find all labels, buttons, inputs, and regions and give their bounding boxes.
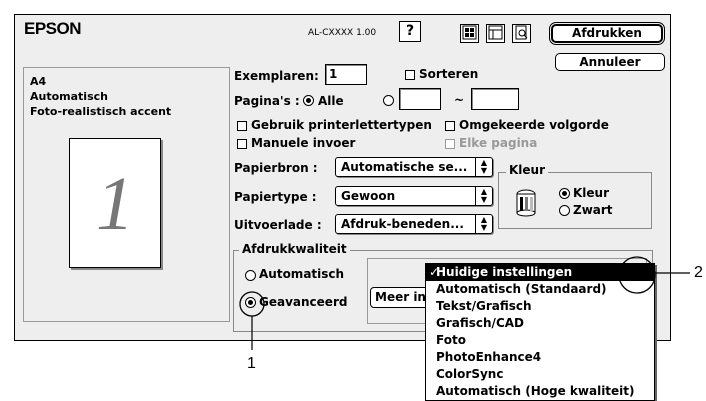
callout-label-1: 1 [247, 355, 256, 372]
callout-label-2: 2 [694, 264, 703, 281]
callout-circle-2 [618, 256, 656, 294]
callout-graphics [239, 256, 690, 350]
callout-circle-1 [239, 291, 265, 317]
